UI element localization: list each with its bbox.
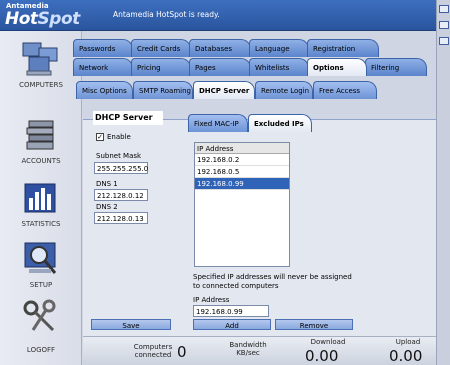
dns2-label: DNS 2 [96,203,118,211]
tab-network[interactable]: Network [73,58,133,76]
ip-address-label: IP Address [193,296,230,304]
status-footer: Computers connected 0 Bandwidth KB/sec D… [83,336,436,365]
tab-fixed-mac-ip[interactable]: Fixed MAC-IP [188,114,248,132]
tab-smtp-roaming[interactable]: SMTP Roaming [133,81,193,99]
computers-connected-label: Computers connected [128,343,178,359]
tab-options[interactable]: Options [307,58,367,76]
nav-computers[interactable]: COMPUTERS [0,37,82,89]
tab-pricing[interactable]: Pricing [131,58,191,76]
status-text: Antamedia HotSpot is ready. [113,10,220,19]
subnet-mask-label: Subnet Mask [96,152,142,160]
tab-misc-options[interactable]: Misc Options [76,81,133,99]
computers-label-line2: connected [134,351,172,359]
sidebar: COMPUTERS ACCOUNTS STATISTICS SETUP LOGO… [0,31,82,365]
sidebar-item-label: STATISTICS [21,220,61,228]
computers-icon [19,37,63,79]
list-item[interactable]: 192.168.0.5 [195,166,289,178]
setup-icon [19,237,63,279]
tab-free-access[interactable]: Free Access [313,81,377,99]
enable-label: Enable [107,133,131,141]
tab-dhcp-server[interactable]: DHCP Server [193,81,255,99]
window-icon[interactable] [439,5,449,13]
statistics-icon [19,176,63,218]
dns1-input[interactable]: 212.128.0.12 [94,189,148,201]
upload-label: Upload [395,338,421,346]
list-item[interactable]: 192.168.0.2 [195,154,289,166]
sidebar-item-label: ACCOUNTS [21,157,61,165]
excluded-note-line2: to connected computers [193,282,279,290]
sidebar-item-label: LOGOFF [26,346,56,354]
excluded-ip-list[interactable]: IP Address 192.168.0.2 192.168.0.5 192.1… [194,142,290,267]
bandwidth-label: Bandwidth KB/sec [220,341,276,357]
nav-logoff[interactable]: LOGOFF [0,296,82,354]
tab-language[interactable]: Language [249,39,309,57]
app-header: Antamedia HotSpot Antamedia HotSpot is r… [0,0,436,31]
sidebar-item-label: COMPUTERS [19,81,63,89]
tab-whitelists[interactable]: Whitelists [249,58,309,76]
download-value: 0.00 [305,347,339,365]
nav-statistics[interactable]: STATISTICS [0,176,82,228]
main-panel: Passwords Credit Cards Databases Languag… [73,31,436,340]
window-icon[interactable] [439,37,449,45]
brand-spot: Spot [37,9,81,29]
subnet-mask-input[interactable]: 255.255.255.0 [94,162,148,174]
tab-pages[interactable]: Pages [189,58,251,76]
download-label: Download [310,338,346,346]
brand-hot: Hot [5,9,38,29]
remove-button[interactable]: Remove [275,319,353,330]
upload-value: 0.00 [389,347,423,365]
bandwidth-label-line2: KB/sec [236,349,260,357]
brand-logo: HotSpot [5,9,80,29]
tab-passwords[interactable]: Passwords [73,39,133,57]
excluded-note-line1: Specified IP addresses will never be ass… [193,273,352,281]
nav-setup[interactable]: SETUP [0,237,82,289]
bandwidth-label-line1: Bandwidth [229,341,267,349]
tab-remote-login[interactable]: Remote Login [255,81,313,99]
sidebar-item-label: SETUP [29,281,53,289]
save-button[interactable]: Save [91,319,171,330]
computers-connected-value: 0 [177,343,187,361]
tab-databases[interactable]: Databases [189,39,251,57]
tab-excluded-ips[interactable]: Excluded IPs [248,114,312,132]
window-icon[interactable] [439,21,449,29]
dns1-label: DNS 1 [96,180,118,188]
column-header-ip-address[interactable]: IP Address [195,143,289,154]
keys-icon [19,296,63,338]
nav-accounts[interactable]: ACCOUNTS [0,113,82,165]
dns2-input[interactable]: 212.128.0.13 [94,212,148,224]
tab-credit-cards[interactable]: Credit Cards [131,39,191,57]
window-side-strip [436,0,450,365]
list-item-selected[interactable]: 192.168.0.99 [195,178,289,190]
add-button[interactable]: Add [193,319,271,330]
tab-filtering[interactable]: Filtering [365,58,427,76]
enable-checkbox[interactable]: ✓ [96,133,104,141]
ip-address-input[interactable]: 192.168.0.99 [193,305,269,317]
accounts-icon [19,113,63,155]
dhcp-section-title: DHCP Server [93,111,163,125]
tab-registration[interactable]: Registration [307,39,379,57]
computers-label-line1: Computers [133,343,173,351]
